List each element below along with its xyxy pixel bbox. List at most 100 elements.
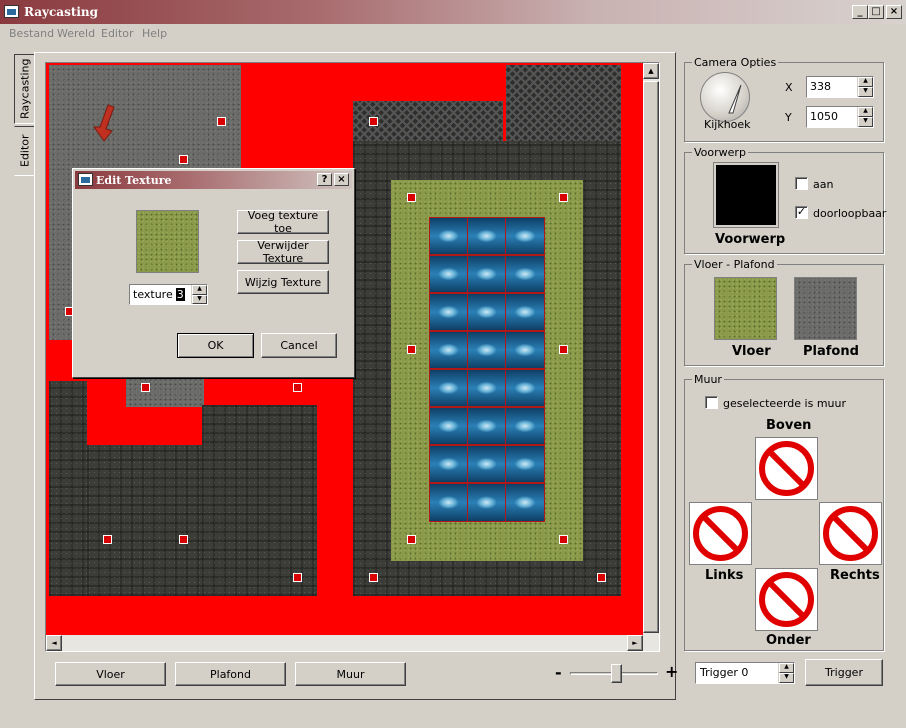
wall-button[interactable]: Muur <box>295 662 406 686</box>
water-tile <box>505 217 545 255</box>
floor-texture-preview[interactable] <box>714 277 777 340</box>
menu-help[interactable]: Help <box>142 27 167 40</box>
object-marker[interactable] <box>179 535 188 544</box>
wall-bottom-texture[interactable] <box>755 568 818 631</box>
object-marker[interactable] <box>103 535 112 544</box>
cancel-button[interactable]: Cancel <box>261 333 337 358</box>
menu-bar: Bestand Wereld Editor Help <box>0 24 906 43</box>
texture-spinner-arrows[interactable]: ▲ ▼ <box>191 285 207 304</box>
spin-down-icon[interactable]: ▼ <box>192 294 207 304</box>
dialog-close-button[interactable]: × <box>334 173 349 186</box>
view-angle-dial[interactable] <box>700 72 750 122</box>
player-arrow-icon <box>93 104 115 142</box>
tab-editor[interactable]: Editor <box>14 126 36 176</box>
x-spinbox[interactable]: 338 ▲ ▼ <box>806 76 874 98</box>
minimize-button[interactable]: _ <box>852 5 868 19</box>
spin-down-icon[interactable]: ▼ <box>858 87 873 97</box>
object-marker[interactable] <box>407 535 416 544</box>
object-marker[interactable] <box>559 345 568 354</box>
ceiling-texture-preview[interactable] <box>794 277 857 340</box>
add-texture-button[interactable]: Voeg texture toe <box>237 209 329 235</box>
maximize-button[interactable]: □ <box>868 5 884 19</box>
scroll-right-button[interactable]: ► <box>627 635 643 651</box>
wall-bottom-label: Onder <box>766 633 811 648</box>
map-floor-stone <box>49 381 87 596</box>
object-marker[interactable] <box>217 117 226 126</box>
passable-checkbox[interactable]: ✓ <box>795 206 808 219</box>
object-marker[interactable] <box>179 155 188 164</box>
water-tile <box>429 407 468 445</box>
object-marker[interactable] <box>369 117 378 126</box>
object-preview[interactable] <box>713 162 779 228</box>
trigger-button[interactable]: Trigger <box>805 659 883 686</box>
menu-editor[interactable]: Editor <box>101 27 134 40</box>
object-marker[interactable] <box>369 573 378 582</box>
dialog-title-bar: Edit Texture ? × <box>75 171 352 189</box>
texture-label: texture <box>133 288 173 301</box>
y-value: 1050 <box>810 110 838 123</box>
object-marker[interactable] <box>141 383 150 392</box>
horizontal-scrollbar[interactable]: ◄ ► <box>46 635 659 651</box>
trigger-spinbox[interactable]: Trigger 0 ▲ ▼ <box>695 662 795 684</box>
water-tile <box>505 255 545 293</box>
object-marker[interactable] <box>597 573 606 582</box>
spin-up-icon[interactable]: ▲ <box>192 285 207 295</box>
trigger-spinner-arrows[interactable]: ▲ ▼ <box>778 663 794 683</box>
close-button[interactable]: × <box>886 5 902 19</box>
water-tile <box>467 407 506 445</box>
water-tile <box>505 331 545 369</box>
spin-up-icon[interactable]: ▲ <box>858 77 873 87</box>
dialog-texture-preview <box>136 210 199 273</box>
object-marker[interactable] <box>559 535 568 544</box>
scroll-up-button[interactable]: ▲ <box>643 63 659 79</box>
object-marker[interactable] <box>559 193 568 202</box>
wall-top-texture[interactable] <box>755 437 818 500</box>
scroll-left-button[interactable]: ◄ <box>46 635 62 651</box>
vertical-scroll-thumb[interactable] <box>643 81 659 633</box>
remove-texture-button[interactable]: Verwijder Texture <box>237 239 329 265</box>
object-marker[interactable] <box>407 193 416 202</box>
y-spinner-arrows[interactable]: ▲ ▼ <box>857 107 873 127</box>
dialog-help-button[interactable]: ? <box>317 173 332 186</box>
spin-up-icon[interactable]: ▲ <box>779 663 794 673</box>
water-tile <box>429 331 468 369</box>
object-group-label: Voorwerp <box>692 146 748 159</box>
zoom-plus-label: + <box>665 662 679 681</box>
texture-spinbox[interactable]: texture 3 ▲ ▼ <box>129 284 208 305</box>
spin-up-icon[interactable]: ▲ <box>858 107 873 117</box>
water-tile <box>505 407 545 445</box>
ceiling-preview-label: Plafond <box>803 344 859 359</box>
edit-texture-dialog: Edit Texture ? × texture 3 ▲ ▼ Voeg textu… <box>72 168 355 378</box>
map-floor-cross <box>506 65 621 141</box>
wall-top-label: Boven <box>766 418 812 433</box>
x-spinner-arrows[interactable]: ▲ ▼ <box>857 77 873 97</box>
dialog-icon <box>78 173 93 186</box>
object-marker[interactable] <box>293 383 302 392</box>
menu-bestand[interactable]: Bestand <box>9 27 54 40</box>
object-marker[interactable] <box>293 573 302 582</box>
water-tile <box>429 445 468 483</box>
object-marker[interactable] <box>407 345 416 354</box>
tab-raycasting[interactable]: Raycasting <box>14 54 36 124</box>
selected-is-wall-checkbox[interactable] <box>705 396 718 409</box>
change-texture-button[interactable]: Wijzig Texture <box>237 270 329 294</box>
no-texture-icon <box>759 441 814 496</box>
vertical-scrollbar[interactable]: ▲ <box>643 63 659 635</box>
floor-button[interactable]: Vloer <box>55 662 166 686</box>
ok-button[interactable]: OK <box>177 333 254 358</box>
spin-down-icon[interactable]: ▼ <box>779 673 794 683</box>
spin-down-icon[interactable]: ▼ <box>858 117 873 127</box>
wall-right-texture[interactable] <box>819 502 882 565</box>
water-tile <box>467 331 506 369</box>
map-floor-stone <box>202 405 317 596</box>
zoom-slider-handle[interactable] <box>611 664 622 683</box>
water-tile <box>467 255 506 293</box>
ceiling-button[interactable]: Plafond <box>175 662 286 686</box>
wall-left-texture[interactable] <box>689 502 752 565</box>
app-icon <box>4 5 19 18</box>
menu-wereld[interactable]: Wereld <box>57 27 95 40</box>
on-checkbox[interactable] <box>795 177 808 190</box>
tab-raycasting-label: Raycasting <box>18 58 32 120</box>
y-spinbox[interactable]: 1050 ▲ ▼ <box>806 106 874 128</box>
map-floor-stone <box>87 445 202 596</box>
